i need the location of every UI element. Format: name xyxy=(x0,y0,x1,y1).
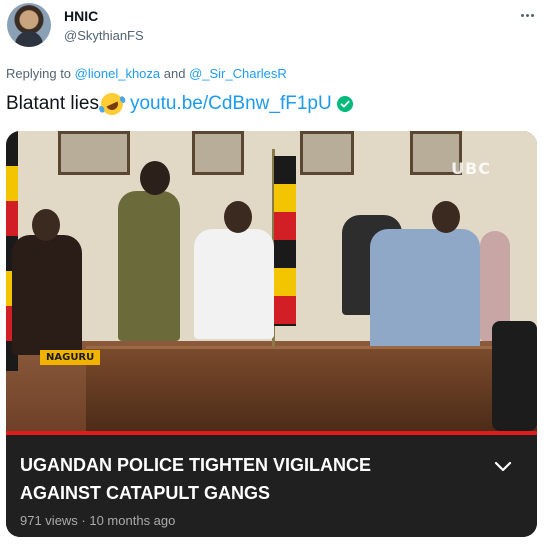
thumbnail-chair xyxy=(492,321,537,431)
thumbnail-person-head xyxy=(432,201,460,233)
rolling-on-floor-laughing-emoji-icon xyxy=(97,89,127,119)
youtube-link-card[interactable]: UBC NAGURU UGANDAN POLICE TIGHTEN VIGILA… xyxy=(6,131,537,537)
video-title-line-1: UGANDAN POLICE TIGHTEN VIGILANCE xyxy=(20,455,372,475)
replying-to-label: Replying to xyxy=(6,66,75,81)
thumbnail-uganda-flag xyxy=(274,156,296,326)
replying-joiner: and xyxy=(160,66,190,81)
video-meta: 971 views · 10 months ago xyxy=(20,513,176,528)
thumbnail-person xyxy=(118,191,180,341)
author-display-name[interactable]: HNIC xyxy=(64,8,98,24)
author-handle[interactable]: @SkythianFS xyxy=(64,28,144,43)
thumbnail-wall-portrait xyxy=(58,131,130,175)
thumbnail-location-tag: NAGURU xyxy=(40,350,101,365)
replying-to-line: Replying to @lionel_khoza and @_Sir_Char… xyxy=(6,66,287,81)
more-dots-icon xyxy=(520,13,524,17)
thumbnail-ubc-logo: UBC xyxy=(451,159,491,178)
video-title-line-2: AGAINST CATAPULT GANGS xyxy=(20,483,270,503)
thumbnail-person-head xyxy=(224,201,252,233)
video-title[interactable]: UGANDAN POLICE TIGHTEN VIGILANCE AGAINST… xyxy=(20,451,450,507)
reply-mention-link[interactable]: @_Sir_CharlesR xyxy=(189,66,287,81)
thumbnail-person-head xyxy=(140,161,170,195)
tweet-body-text: Blatant lies xyxy=(6,93,99,114)
chevron-down-icon[interactable] xyxy=(494,461,512,473)
card-info-panel: UGANDAN POLICE TIGHTEN VIGILANCE AGAINST… xyxy=(6,435,537,537)
thumbnail-wall-portrait xyxy=(192,131,244,175)
verified-check-icon xyxy=(336,96,353,112)
thumbnail-person xyxy=(12,235,82,355)
reply-mention-link[interactable]: @lionel_khoza xyxy=(75,66,160,81)
video-thumbnail[interactable]: UBC NAGURU xyxy=(6,131,537,431)
tweet-text: Blatant lies youtu.be/CdBnw_fF1pU xyxy=(6,89,353,119)
thumbnail-person xyxy=(194,229,274,339)
thumbnail-person-head xyxy=(32,209,60,241)
tweet-link[interactable]: youtu.be/CdBnw_fF1pU xyxy=(130,93,332,115)
author-avatar[interactable] xyxy=(7,3,51,47)
thumbnail-wall-portrait xyxy=(300,131,354,175)
thumbnail-conference-table xyxy=(86,346,537,431)
more-options-button[interactable] xyxy=(516,6,538,24)
